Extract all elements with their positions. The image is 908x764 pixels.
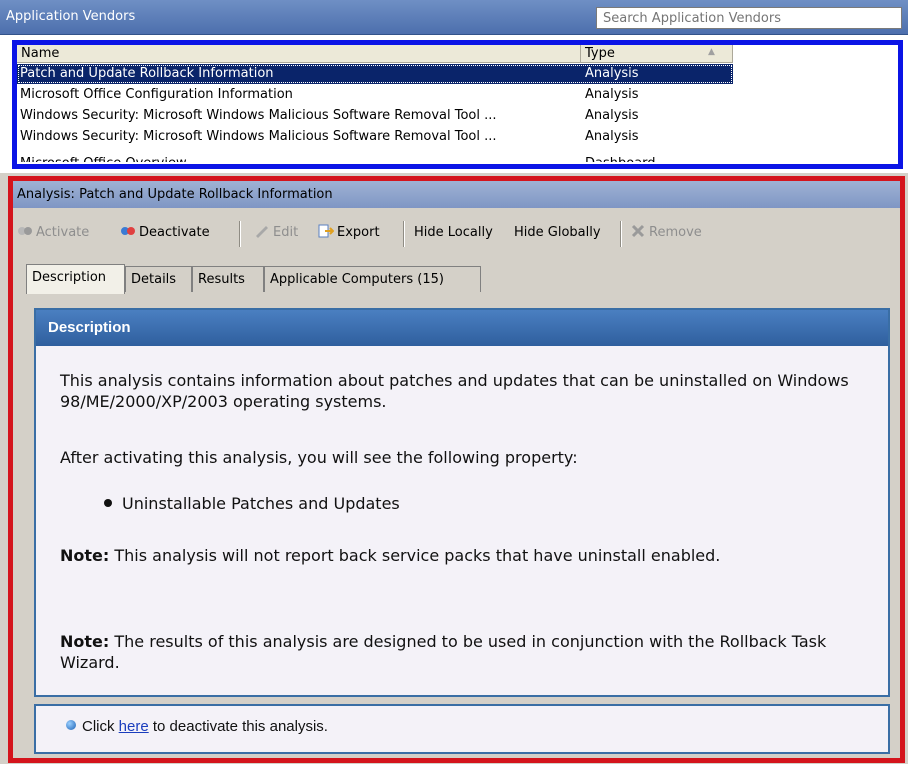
list-highlight-box (12, 40, 903, 169)
search-input[interactable] (596, 7, 902, 29)
window-title: Application Vendors (6, 9, 136, 24)
analysis-highlight-box (8, 176, 905, 763)
